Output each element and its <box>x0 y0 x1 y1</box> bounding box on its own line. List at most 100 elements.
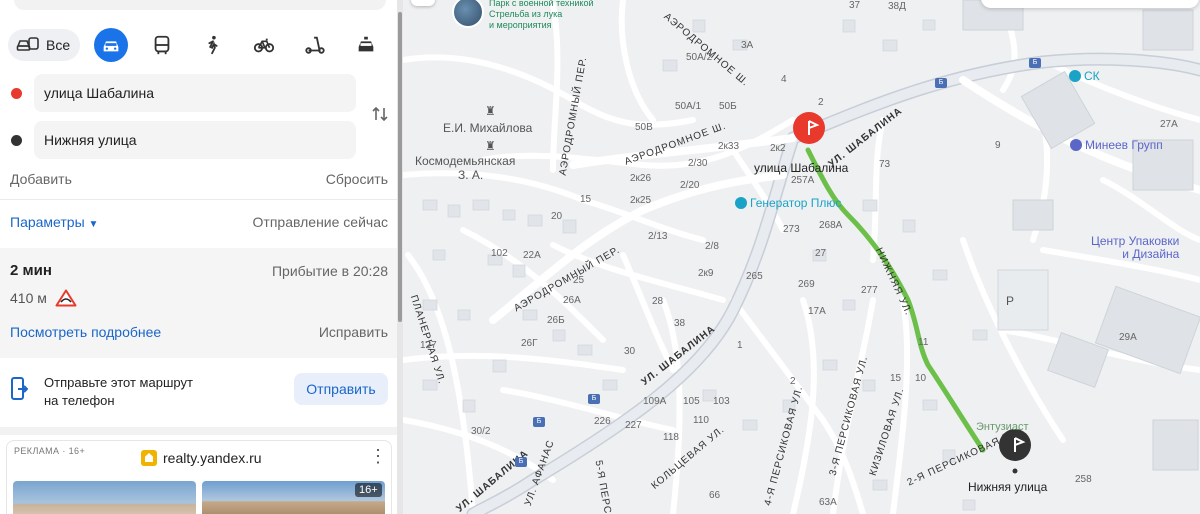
park-line-3: и мероприятия <box>489 20 552 30</box>
house-number: 102 <box>491 248 508 259</box>
house-number: 257А <box>791 175 815 186</box>
mode-bus-button[interactable] <box>145 28 179 62</box>
house-number: 10 <box>915 373 927 384</box>
add-point-button[interactable]: Добавить <box>10 171 72 187</box>
poi-generator[interactable]: Генератор Плюс <box>735 196 841 210</box>
caret-down-icon: ▼ <box>88 219 99 230</box>
phone-send-icon <box>11 377 28 400</box>
summary-time-row: 2 мин Прибытие в 20:28 <box>10 262 388 279</box>
shop-icon <box>735 197 747 209</box>
house-number: 110 <box>693 415 709 426</box>
park-line-2: Стрельба из лука <box>489 9 563 19</box>
park-label[interactable]: Парк с военной техникой Стрельба из лука… <box>489 0 593 31</box>
map-control-edge[interactable] <box>411 0 435 6</box>
house-number: 226 <box>594 416 611 427</box>
send-button[interactable]: Отправить <box>294 373 388 405</box>
poi-mineev-label: Минеев Групп <box>1085 138 1163 152</box>
to-field[interactable]: Нижняя улица <box>34 121 356 159</box>
mode-all-button[interactable]: Все <box>8 29 81 61</box>
house-number: 25 <box>573 275 585 286</box>
bus-stop-icon[interactable]: Б <box>515 457 527 467</box>
map-search-edge[interactable] <box>981 0 1199 8</box>
mode-walk-button[interactable] <box>196 28 230 62</box>
house-number: 17А <box>808 306 826 317</box>
house-number: 37 <box>849 0 861 11</box>
bus-stop-icon[interactable]: Б <box>533 417 545 427</box>
to-field-value: Нижняя улица <box>44 132 137 148</box>
reset-button[interactable]: Сбросить <box>326 171 388 187</box>
house-number: 29А <box>1119 332 1137 343</box>
map-view[interactable]: Парк с военной техникой Стрельба из лука… <box>403 0 1200 514</box>
house-number: 273 <box>783 224 800 235</box>
bus-stop-icon[interactable]: Б <box>935 78 947 88</box>
poi-ck[interactable]: СК <box>1069 69 1100 83</box>
bicycle-icon <box>254 38 275 53</box>
more-options-icon[interactable]: ⋮ <box>369 447 387 465</box>
fix-route-link[interactable]: Исправить <box>319 324 388 340</box>
house-number: 1 <box>737 340 743 351</box>
send-text-line2: на телефон <box>44 393 115 408</box>
house-number: 2к9 <box>698 268 714 279</box>
divider <box>0 199 397 200</box>
summary-links-row: Посмотреть подробнее Исправить <box>10 324 388 340</box>
house-number: 4 <box>781 74 787 85</box>
poi-center[interactable]: Центр Упаковки и Дизайна <box>1091 235 1179 261</box>
mode-scooter-button[interactable] <box>298 28 332 62</box>
from-field-value: улица Шабалина <box>44 85 154 101</box>
bus-stop-icon[interactable]: Б <box>588 394 600 404</box>
poi-mineev[interactable]: Минеев Групп <box>1070 138 1163 152</box>
search-box-edge[interactable] <box>14 0 386 10</box>
from-field[interactable]: улица Шабалина <box>34 74 356 112</box>
house-number: 2к26 <box>630 173 652 184</box>
house-number: 26Б <box>547 315 565 326</box>
taxi-icon <box>358 36 374 52</box>
bus-stop-icon[interactable]: Б <box>1029 58 1041 68</box>
ad-label: РЕКЛАМА · 16+ <box>14 446 86 456</box>
view-details-link[interactable]: Посмотреть подробнее <box>10 324 161 340</box>
ad-card[interactable]: РЕКЛАМА · 16+ realty.yandex.ru ⋮ 16+ <box>6 440 392 514</box>
house-number: 22А <box>523 250 541 261</box>
house-number: 109А <box>643 396 667 407</box>
mode-car-button[interactable] <box>94 28 129 62</box>
mode-bicycle-button[interactable] <box>247 28 281 62</box>
house-number: 227 <box>625 420 642 431</box>
house-number: 20 <box>551 211 563 222</box>
label-entuziast: Энтузиаст <box>976 421 1029 433</box>
pedestrian-icon <box>208 35 218 55</box>
mode-all-label: Все <box>46 37 71 53</box>
house-number: 269 <box>798 279 815 290</box>
house-number: 11 <box>918 337 929 348</box>
swap-points-button[interactable] <box>370 104 390 124</box>
sport-icon <box>1069 70 1081 82</box>
house-number: 265 <box>746 271 763 282</box>
route-panel: Все улица Шабалина Нижняя улица Добавить… <box>0 0 403 514</box>
route-summary[interactable]: 2 мин Прибытие в 20:28 410 м Посмотреть … <box>0 248 397 358</box>
car-bus-icon <box>16 34 40 57</box>
house-number: 2 <box>790 376 796 387</box>
scrollbar-thumb[interactable] <box>398 12 402 322</box>
mode-taxi-button[interactable] <box>349 28 383 62</box>
house-number: 50А/2 <box>686 52 713 63</box>
house-number: 2/8 <box>705 241 719 252</box>
label-kosmodemyanskaya-2: З. А. <box>458 168 484 182</box>
route-distance: 410 м <box>10 290 47 306</box>
car-icon <box>103 41 119 52</box>
ad-site[interactable]: realty.yandex.ru <box>141 450 262 466</box>
start-point-dot <box>11 88 22 99</box>
house-number: 38 <box>674 318 686 329</box>
route-actions: Добавить Сбросить <box>10 171 388 187</box>
house-number: 38Д <box>888 1 906 12</box>
send-to-phone-row: Отправьте этот маршрут на телефон Отправ… <box>0 362 397 422</box>
poi-center-line2: и Дизайна <box>1122 247 1180 261</box>
swap-arrows-icon <box>372 106 388 122</box>
house-number: 277 <box>861 285 878 296</box>
ad-image-1[interactable] <box>13 481 196 514</box>
departure-time[interactable]: Отправление сейчас <box>253 214 388 230</box>
house-number: 28 <box>652 296 664 307</box>
params-button[interactable]: Параметры ▼ <box>10 214 98 230</box>
park-line-1: Парк с военной техникой <box>489 0 594 8</box>
parking-label: Р <box>1006 294 1015 308</box>
house-number: 50Б <box>719 101 737 112</box>
house-number: 63А <box>819 497 837 508</box>
end-label[interactable]: Нижняя улица <box>968 480 1047 494</box>
